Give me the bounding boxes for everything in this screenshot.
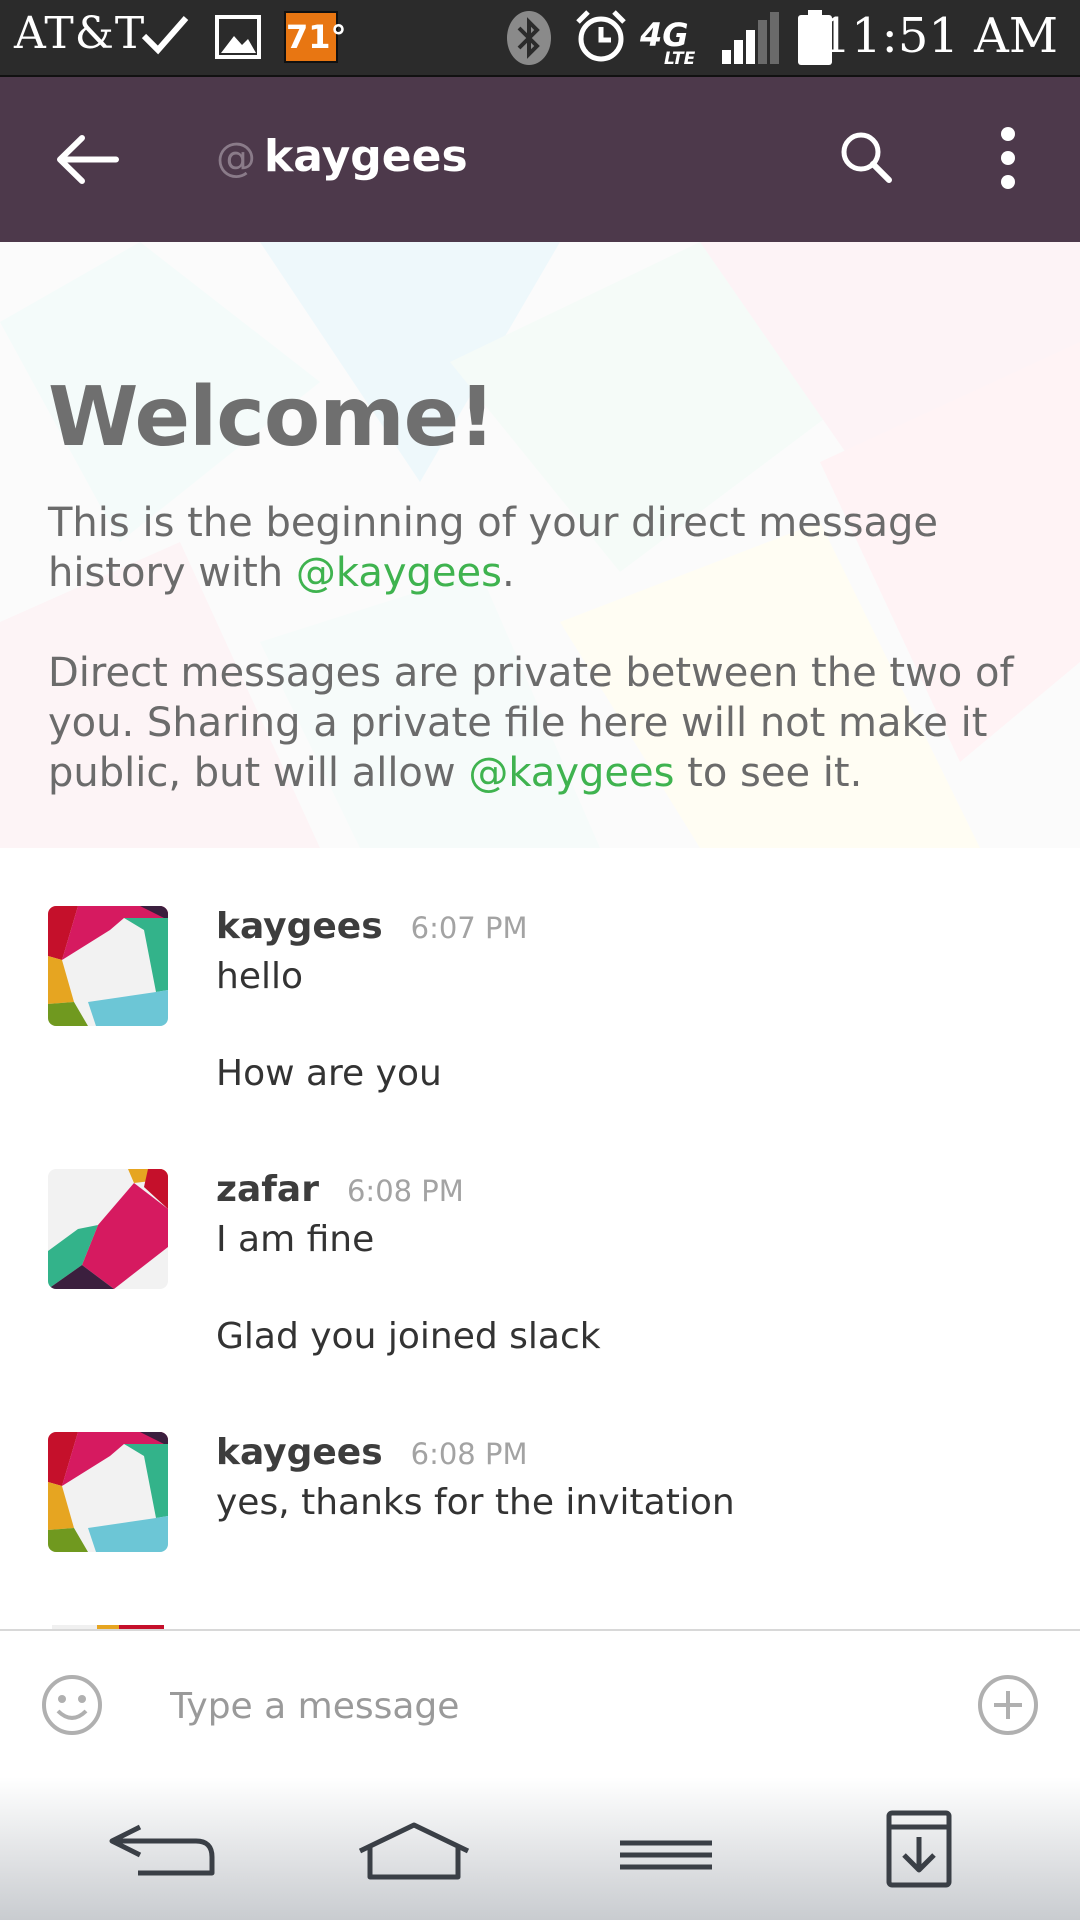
welcome-section: Welcome! This is the beginning of your d… [0,242,1080,848]
signal-icon [720,12,780,70]
more-options-button[interactable] [990,125,1026,191]
nav-download-button[interactable] [884,1807,954,1891]
message-header: zafar 6:08 PM [216,1169,464,1210]
username[interactable]: zafar [216,1169,319,1210]
add-attachment-button[interactable] [976,1673,1040,1737]
message-header: kaygees 6:07 PM [216,906,527,947]
timestamp: 6:07 PM [410,911,528,945]
emoji-icon [40,1675,104,1741]
message-group: kaygees 6:08 PM yes, thanks for the invi… [0,1432,1080,1572]
nav-download-icon [884,1810,954,1895]
emoji-button[interactable] [40,1673,104,1737]
check-icon [140,12,190,62]
message-input[interactable] [168,1675,932,1737]
alarm-icon [572,8,630,70]
app-bar: @ kaygees [0,77,1080,242]
page-title: kaygees [264,131,468,182]
avatar[interactable] [48,1432,168,1552]
welcome-title: Welcome! [48,370,496,465]
timestamp: 6:08 PM [346,1174,464,1208]
avatar[interactable] [48,1169,168,1289]
status-bar: AT&T 71° 4G LTE 11:51 AM [0,0,1080,77]
message-group: kaygees 6:07 PM hello How are you [0,906,1080,1126]
nav-home-icon [356,1822,472,1895]
search-button[interactable] [838,129,894,185]
message-text: How are you [216,1053,442,1094]
welcome-intro: This is the beginning of your direct mes… [48,498,1048,598]
avatar[interactable] [48,906,168,1026]
privacy-notice: Direct messages are private between the … [48,648,1048,798]
more-vertical-icon [990,127,1026,195]
nav-menu-icon [616,1840,716,1895]
username[interactable]: kaygees [216,906,383,947]
clock: 11:51 AM [820,8,1058,64]
message-text: I am fine [216,1219,375,1260]
welcome-intro-end: . [501,550,515,596]
4g-lte-icon: 4G LTE [639,14,706,70]
back-button[interactable] [52,132,122,187]
svg-text:LTE: LTE [664,49,696,66]
back-arrow-icon [52,135,122,191]
message-header: kaygees 6:08 PM [216,1432,527,1473]
message-text: hello [216,956,303,997]
message-text: Glad you joined slack [216,1316,601,1357]
privacy-notice-end: to see it. [674,750,863,796]
username[interactable]: kaygees [216,1432,383,1473]
carrier-label: AT&T [14,8,146,59]
nav-back-icon [104,1824,220,1895]
timestamp: 6:08 PM [410,1437,528,1471]
nav-home-button[interactable] [356,1807,472,1891]
system-nav-bar [0,1777,1080,1920]
message-group: zafar 6:08 PM I am fine Glad you joined … [0,1169,1080,1389]
user-mention-link[interactable]: @kaygees [296,550,502,596]
search-icon [838,132,894,189]
temperature-badge: 71° [284,11,347,63]
image-icon [214,14,262,64]
at-symbol: @ [216,135,256,181]
user-mention-link[interactable]: @kaygees [468,750,674,796]
conversation-title[interactable]: @ kaygees [216,131,468,182]
nav-back-button[interactable] [104,1807,220,1891]
message-composer [0,1629,1080,1779]
bluetooth-icon [505,9,553,71]
add-attachment-icon [976,1675,1040,1741]
message-text: yes, thanks for the invitation [216,1482,735,1523]
nav-menu-button[interactable] [616,1807,716,1891]
